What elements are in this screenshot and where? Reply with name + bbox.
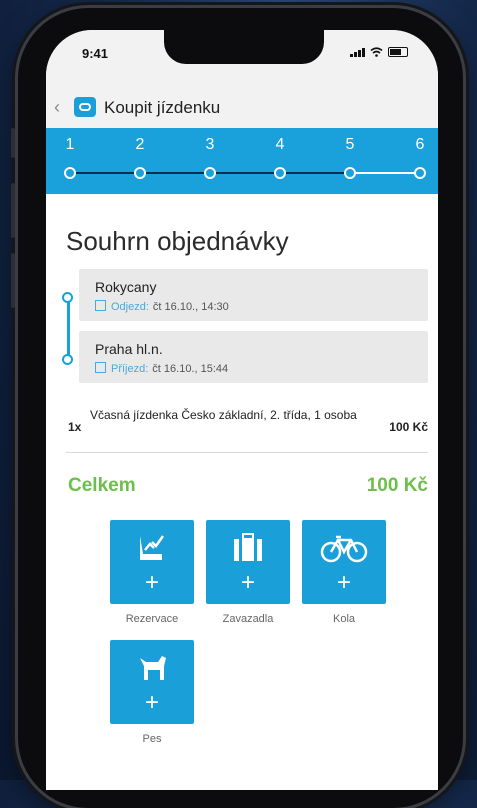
battery-icon (388, 47, 408, 57)
step-number: 6 (415, 136, 425, 153)
departure-datetime: čt 16.10., 14:30 (152, 301, 229, 313)
phone-volume-up-button (11, 183, 15, 238)
step-number: 5 (345, 136, 355, 153)
calendar-icon (95, 362, 106, 373)
step-dot (274, 167, 286, 179)
bicycle-label: Kola (332, 613, 356, 625)
arrival-time: Příjezd: čt 16.10., 15:44 (95, 362, 228, 375)
arrival-stop: Praha hl.n. Příjezd: čt 16.10., 15:44 (79, 331, 428, 383)
signal-icon (350, 48, 365, 57)
step-number: 3 (205, 136, 215, 153)
step-connector (76, 172, 134, 174)
calendar-icon (95, 300, 106, 311)
add-plus: + (144, 569, 159, 596)
ticket-description: Včasná jízdenka Česko základní, 2. třída… (90, 408, 357, 422)
add-plus: + (336, 569, 351, 596)
chevron-left-icon[interactable]: ‹ (54, 97, 60, 118)
step-connector-active (356, 172, 414, 174)
step-connector (216, 172, 274, 174)
step-3[interactable]: 3 (200, 136, 220, 179)
bicycle-icon (320, 535, 368, 563)
arrival-dot (62, 354, 73, 365)
step-dot (64, 167, 76, 179)
status-icons (350, 47, 408, 57)
step-dot (204, 167, 216, 179)
ticket-price: 100 Kč (389, 420, 428, 434)
ticket-app-icon (74, 97, 96, 117)
step-connector (146, 172, 204, 174)
bicycle-button[interactable]: + (302, 520, 386, 604)
wifi-icon (370, 47, 383, 57)
step-2[interactable]: 2 (130, 136, 150, 179)
app-screen: 9:41 ‹ Koupit jízdenku 1 2 3 4 5 6 Souhr… (46, 30, 438, 790)
status-time: 9:41 (82, 46, 109, 61)
luggage-button[interactable]: + (206, 520, 290, 604)
add-plus: + (240, 569, 255, 596)
departure-stop: Rokycany Odjezd: čt 16.10., 14:30 (79, 269, 428, 321)
step-number: 1 (65, 136, 75, 153)
step-4[interactable]: 4 (270, 136, 290, 179)
departure-dot (62, 292, 73, 303)
departure-label: Odjezd: (111, 301, 149, 313)
luggage-icon (234, 533, 262, 561)
phone-side-button (11, 128, 15, 158)
departure-time: Odjezd: čt 16.10., 14:30 (95, 300, 229, 313)
step-5[interactable]: 5 (340, 136, 360, 179)
step-connector (286, 172, 344, 174)
dog-label: Pes (142, 733, 162, 745)
step-dot (134, 167, 146, 179)
total-value: 100 Kč (366, 475, 428, 496)
phone-volume-down-button (11, 253, 15, 308)
departure-station: Rokycany (95, 279, 157, 295)
total-label: Celkem (68, 475, 136, 496)
seat-reservation-icon (140, 535, 165, 560)
arrival-station: Praha hl.n. (95, 341, 163, 357)
luggage-label: Zavazadla (222, 613, 274, 625)
step-dot (414, 167, 426, 179)
app-bar: ‹ Koupit jízdenku (46, 88, 438, 129)
reservation-button[interactable]: + (110, 520, 194, 604)
step-number: 4 (275, 136, 285, 153)
step-6[interactable]: 6 (410, 136, 430, 179)
page-title: Koupit jízdenku (104, 98, 221, 117)
route-line (67, 296, 70, 360)
divider (66, 452, 428, 453)
reservation-label: Rezervace (125, 613, 179, 625)
add-plus: + (144, 689, 159, 716)
arrival-datetime: čt 16.10., 15:44 (152, 363, 229, 375)
ticket-quantity: 1x (68, 420, 82, 434)
dog-icon (140, 656, 166, 680)
progress-stepper: 1 2 3 4 5 6 (46, 128, 438, 194)
phone-notch (164, 30, 324, 64)
summary-title: Souhrn objednávky (66, 226, 289, 256)
step-dot (344, 167, 356, 179)
step-1[interactable]: 1 (60, 136, 80, 179)
dog-button[interactable]: + (110, 640, 194, 724)
arrival-label: Příjezd: (111, 363, 149, 375)
step-number: 2 (135, 136, 145, 153)
